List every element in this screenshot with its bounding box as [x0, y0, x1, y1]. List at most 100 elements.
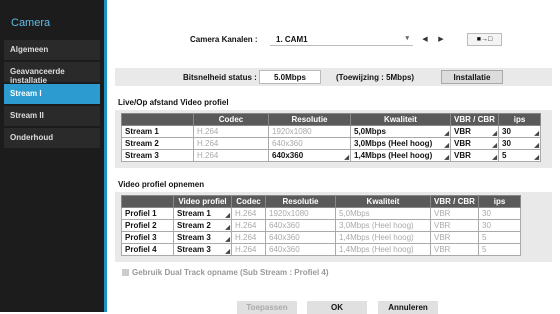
dual-track-substream: (Sub Stream : Profiel 4): [240, 268, 329, 277]
vbr-select[interactable]: VBR ◢: [450, 149, 499, 162]
codec-cell: H.264: [231, 231, 266, 244]
dropdown-corner-icon: ◢: [225, 237, 230, 243]
sidebar-item-geavanceerde-installatie[interactable]: Geavanceerde installatie: [4, 62, 100, 85]
quality-cell: 3,0Mbps (Heel hoog): [335, 219, 431, 232]
bitrate-assignment: (Toewijzing : 5Mbps): [336, 73, 415, 82]
camera-channel-row: Camera Kanalen : 1. CAM1 ▾ ◀ ▶ ■→□: [110, 33, 560, 47]
column-header: VBR / CBR: [430, 195, 479, 208]
fps-value: 30: [502, 127, 511, 136]
quality-value: 1,4Mbps (Heel hoog): [354, 151, 433, 160]
table-header-row: Codec Resolutie Kwaliteit VBR / CBR ips: [121, 113, 541, 126]
chevron-down-icon: ▾: [405, 35, 409, 42]
quality-select[interactable]: 1,4Mbps (Heel hoog) ◢: [350, 149, 451, 162]
dual-track-checkbox[interactable]: [122, 269, 129, 276]
table-row: Stream 1 H.264 1920x1080 5,0Mbps ◢ VBR ◢ 3…: [121, 125, 541, 138]
vbr-select[interactable]: VBR ◢: [450, 125, 499, 138]
cancel-button[interactable]: Annuleren: [378, 301, 438, 314]
table-row: Profiel 3 Stream 3 ◢ H.264 640x360 1,4Mbp…: [121, 231, 521, 244]
ok-button[interactable]: OK: [307, 301, 367, 314]
quality-cell: 5,0Mbps: [335, 207, 431, 220]
live-profile-table: Codec Resolutie Kwaliteit VBR / CBR ips …: [121, 113, 541, 162]
record-section-title: Video profiel opnemen: [118, 180, 205, 189]
record-profile-table-box: Video profiel Codec Resolutie Kwaliteit …: [115, 192, 552, 262]
column-header: Kwaliteit: [335, 195, 431, 208]
profile-value: Stream 2: [177, 221, 211, 230]
row-label: Stream 3: [121, 149, 194, 162]
camera-copy-icon[interactable]: ■→□: [467, 33, 502, 46]
profile-select[interactable]: Stream 3 ◢: [173, 243, 232, 256]
profile-select[interactable]: Stream 2 ◢: [173, 219, 232, 232]
table-row: Profiel 1 Stream 1 ◢ H.264 1920x1080 5,0M…: [121, 207, 521, 220]
dropdown-corner-icon: ◢: [492, 143, 497, 149]
quality-select[interactable]: 5,0Mbps ◢: [350, 125, 451, 138]
record-profile-table: Video profiel Codec Resolutie Kwaliteit …: [121, 195, 521, 256]
resolution-select[interactable]: 640x360 ◢: [268, 149, 351, 162]
sidebar-item-stream-2[interactable]: Stream II: [4, 106, 100, 126]
bitrate-label: Bitsnelheid status :: [183, 73, 257, 82]
codec-cell: H.264: [193, 125, 269, 138]
dropdown-corner-icon: ◢: [444, 155, 449, 161]
live-section-title: Live/Op afstand Video profiel: [118, 98, 229, 107]
quality-value: 3,0Mbps (Heel hoog): [354, 139, 433, 148]
table-row: Profiel 4 Stream 3 ◢ H.264 640x360 1,4Mbp…: [121, 243, 521, 256]
profile-select[interactable]: Stream 1 ◢: [173, 207, 232, 220]
profile-value: Stream 3: [177, 245, 211, 254]
fps-select[interactable]: 30 ◢: [498, 137, 541, 150]
column-header: ips: [498, 113, 541, 126]
codec-cell: H.264: [193, 137, 269, 150]
dual-track-option[interactable]: Gebruik Dual Track opname (Sub Stream : …: [122, 268, 329, 277]
quality-select[interactable]: 3,0Mbps (Heel hoog) ◢: [350, 137, 451, 150]
vbr-select[interactable]: VBR ◢: [450, 137, 499, 150]
column-header: ips: [478, 195, 521, 208]
profile-select[interactable]: Stream 3 ◢: [173, 231, 232, 244]
vbr-cell: VBR: [430, 231, 479, 244]
apply-button[interactable]: Toepassen: [237, 301, 297, 314]
resolution-cell: 1920x1080: [265, 207, 336, 220]
sidebar-title: Camera: [11, 17, 51, 29]
fps-cell: 5: [478, 231, 521, 244]
footer-buttons: Toepassen OK Annuleren: [110, 301, 560, 314]
column-header: Resolutie: [268, 113, 351, 126]
dual-track-label: Gebruik Dual Track opname: [132, 268, 238, 277]
sidebar-item-onderhoud[interactable]: Onderhoud: [4, 128, 100, 148]
prev-channel-icon[interactable]: ◀: [418, 33, 432, 46]
quality-value: 5,0Mbps: [354, 127, 387, 136]
dropdown-corner-icon: ◢: [534, 131, 539, 137]
bitrate-status-bar: Bitsnelheid status : 5.0Mbps (Toewijzing…: [115, 68, 552, 86]
fps-select[interactable]: 30 ◢: [498, 125, 541, 138]
codec-cell: H.264: [231, 219, 266, 232]
codec-cell: H.264: [231, 207, 266, 220]
table-row: Stream 2 H.264 640x360 3,0Mbps (Heel hoo…: [121, 137, 541, 150]
sidebar-item-stream-1[interactable]: Stream I: [4, 84, 100, 104]
dropdown-corner-icon: ◢: [225, 213, 230, 219]
fps-cell: 30: [478, 207, 521, 220]
table-header-row: Video profiel Codec Resolutie Kwaliteit …: [121, 195, 521, 208]
camera-channel-select[interactable]: 1. CAM1 ▾: [270, 33, 413, 46]
vbr-cell: VBR: [430, 207, 479, 220]
vbr-value: VBR: [454, 127, 471, 136]
bitrate-value: 5.0Mbps: [259, 70, 321, 84]
dropdown-corner-icon: ◢: [492, 131, 497, 137]
profile-value: Stream 3: [177, 233, 211, 242]
table-row: Stream 3 H.264 640x360 ◢ 1,4Mbps (Heel ho…: [121, 149, 541, 162]
sidebar: Camera Algemeen Geavanceerde installatie…: [0, 0, 107, 312]
row-label: Profiel 2: [121, 219, 174, 232]
dropdown-corner-icon: ◢: [225, 249, 230, 255]
live-profile-table-box: Codec Resolutie Kwaliteit VBR / CBR ips …: [115, 110, 552, 168]
next-channel-icon[interactable]: ▶: [434, 33, 448, 46]
dropdown-corner-icon: ◢: [444, 131, 449, 137]
installatie-button[interactable]: Installatie: [441, 70, 503, 84]
column-header: Kwaliteit: [350, 113, 451, 126]
vbr-cell: VBR: [430, 219, 479, 232]
column-header: VBR / CBR: [450, 113, 499, 126]
column-header: Video profiel: [173, 195, 232, 208]
dropdown-corner-icon: ◢: [225, 225, 230, 231]
codec-cell: H.264: [231, 243, 266, 256]
dropdown-corner-icon: ◢: [492, 155, 497, 161]
camera-channel-label: Camera Kanalen :: [190, 35, 258, 44]
quality-cell: 1,4Mbps (Heel hoog): [335, 231, 431, 244]
column-header: [121, 195, 174, 208]
fps-select[interactable]: 5 ◢: [498, 149, 541, 162]
sidebar-item-algemeen[interactable]: Algemeen: [4, 40, 100, 60]
resolution-cell: 640x360: [265, 219, 336, 232]
